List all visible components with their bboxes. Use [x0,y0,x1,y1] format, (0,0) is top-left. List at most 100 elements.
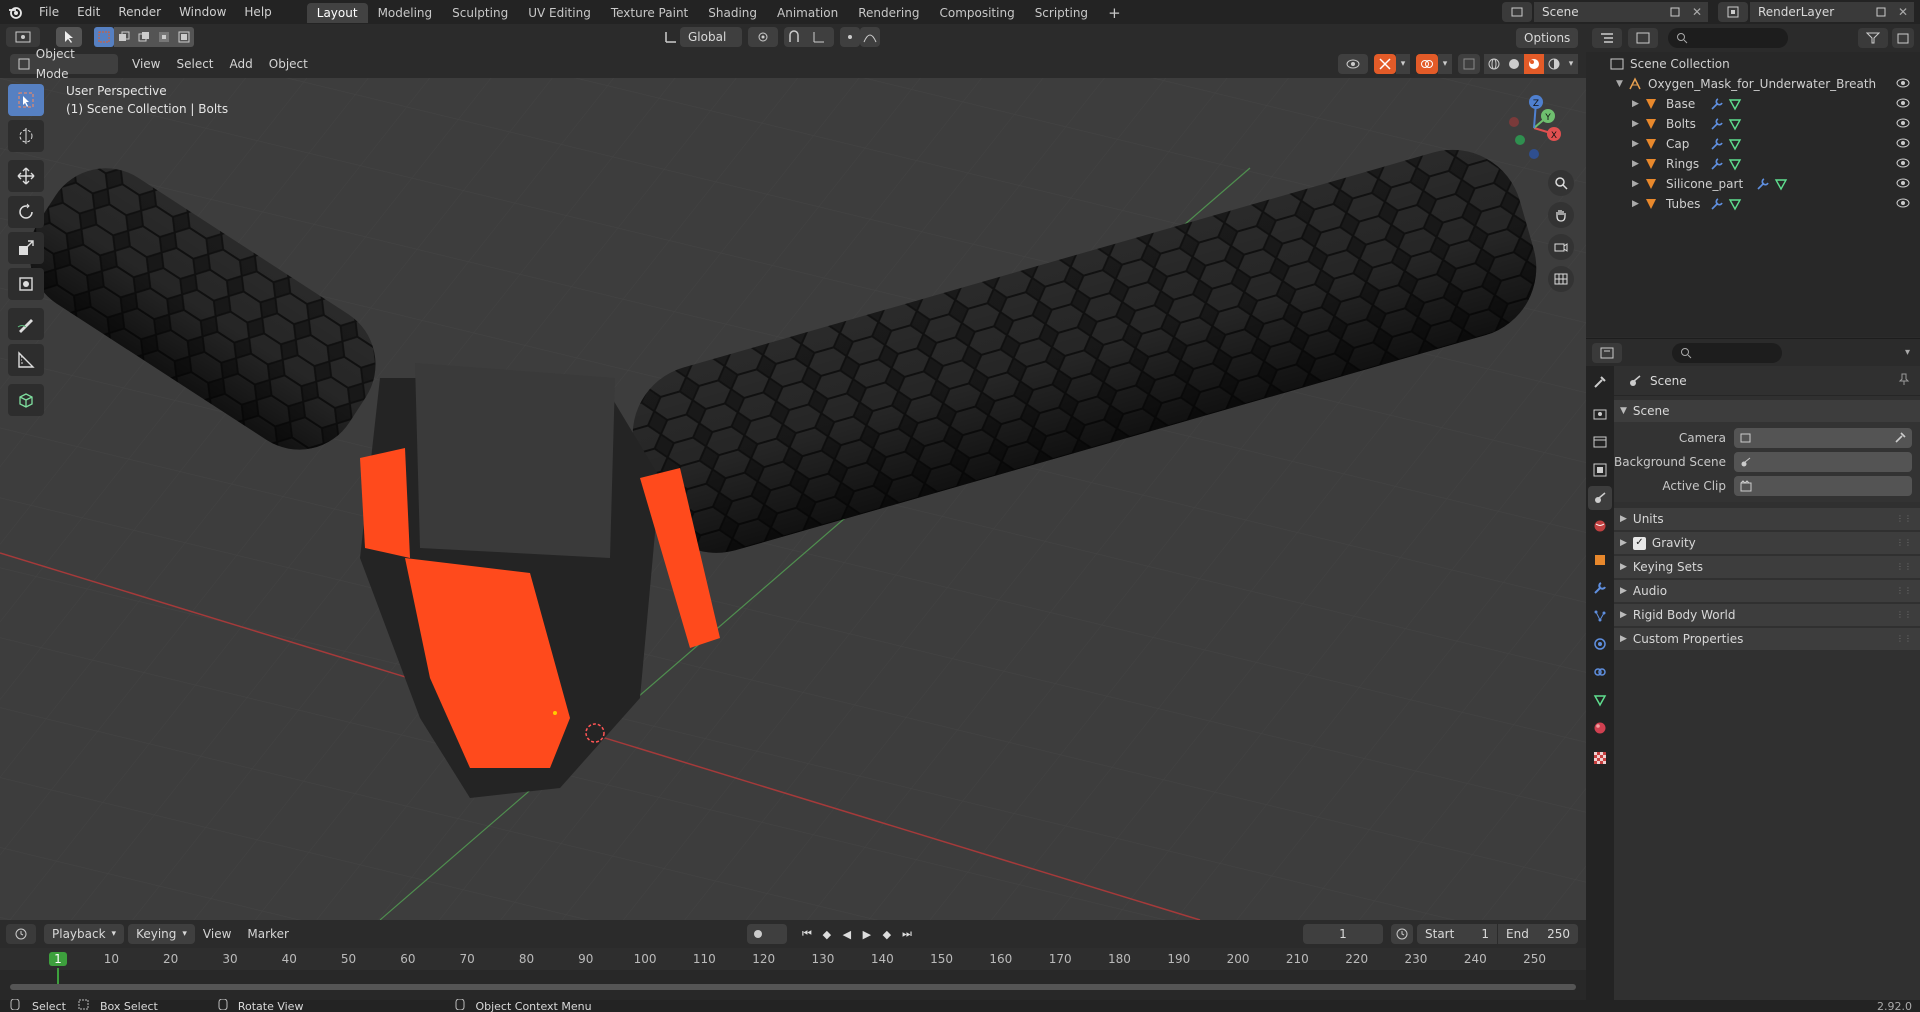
object-expand-icon[interactable]: ▶ [1632,194,1644,214]
tab-physics[interactable] [1588,632,1612,656]
jump-keyframe-forward-icon[interactable]: ◆ [877,924,897,944]
viewport-menu-add[interactable]: Add [222,54,261,74]
perspective-toggle-icon[interactable] [1548,266,1574,292]
object-expand-icon[interactable]: ▶ [1632,134,1644,154]
mesh-data-small-icon[interactable] [1728,137,1742,151]
viewport-menu-view[interactable]: View [124,54,168,74]
tool-annotate[interactable] [8,308,44,340]
drag-handle-icon[interactable]: ⋮⋮ [1896,508,1912,530]
tab-shading[interactable]: Shading [698,3,767,23]
mesh-data-small-icon[interactable] [1728,157,1742,171]
collection-expand-icon[interactable]: ▼ [1616,74,1628,94]
menu-file[interactable]: File [30,0,68,24]
object-visibility-icon[interactable] [1896,94,1910,114]
select-mode-intersect-icon[interactable] [174,27,194,47]
object-expand-icon[interactable]: ▶ [1632,94,1644,114]
view-layer-field[interactable]: RenderLayer [1750,2,1870,22]
timeline-menu-view[interactable]: View [195,924,239,944]
properties-options-icon[interactable]: ▾ [1905,347,1910,358]
properties-search-input[interactable] [1672,342,1782,363]
start-frame-field[interactable]: Start 1 [1417,924,1497,944]
record-button[interactable] [746,924,769,944]
subpanel-keying-sets[interactable]: ▶ Keying Sets ⋮⋮ [1614,556,1920,578]
delete-scene-icon[interactable]: ✕ [1686,2,1708,22]
menu-help[interactable]: Help [235,0,280,24]
tab-modeling[interactable]: Modeling [368,3,443,23]
tab-tool[interactable] [1588,370,1612,394]
object-visibility-icon[interactable] [1896,154,1910,174]
tab-scripting[interactable]: Scripting [1025,3,1098,23]
proportional-falloff-icon[interactable] [860,27,880,47]
navigation-gizmo[interactable]: X Y Z [1496,88,1576,168]
tool-add-cube[interactable] [8,384,44,416]
view-layer-icon[interactable] [1718,2,1748,22]
select-mode-extend-icon[interactable] [114,27,134,47]
overlays-toggle-icon[interactable] [1416,54,1438,74]
outliner-editor-type-icon[interactable] [1592,28,1622,48]
outliner-object-row[interactable]: ▶ Bolts [1586,114,1920,134]
add-workspace-button[interactable]: + [1098,3,1131,23]
camera-field[interactable] [1734,428,1912,448]
subpanel-audio[interactable]: ▶ Audio ⋮⋮ [1614,580,1920,602]
jump-start-icon[interactable]: ⏮ [797,924,817,944]
collection-visibility-icon[interactable] [1896,74,1910,94]
tab-rendering[interactable]: Rendering [848,3,929,23]
drag-handle-icon[interactable]: ⋮⋮ [1896,628,1912,650]
tool-select-box[interactable] [8,84,44,116]
tab-scene[interactable] [1588,486,1612,510]
shading-wireframe-icon[interactable] [1484,54,1504,74]
play-icon[interactable]: ▶ [857,924,877,944]
pivot-point-icon[interactable] [748,27,778,47]
mesh-data-small-icon[interactable] [1728,197,1742,211]
tab-data[interactable] [1588,688,1612,712]
tab-layout[interactable]: Layout [306,3,368,23]
object-visibility-icon[interactable] [1896,134,1910,154]
drag-handle-icon[interactable]: ⋮⋮ [1896,604,1912,626]
mesh-data-small-icon[interactable] [1728,117,1742,131]
3d-viewport[interactable]: User Perspective (1) Scene Collection | … [0,78,1586,920]
proportional-editing-icon[interactable] [840,27,860,47]
select-mode-invert-icon[interactable] [154,27,174,47]
timeline-scrollbar[interactable] [10,984,1576,990]
gizmo-toggle-icon[interactable] [1374,54,1396,74]
current-frame-marker[interactable]: 1 [49,952,67,966]
shading-dropdown-icon[interactable]: ▾ [1564,54,1578,74]
tab-texture-paint[interactable]: Texture Paint [601,3,698,23]
object-expand-icon[interactable]: ▶ [1632,114,1644,134]
new-scene-icon[interactable] [1664,2,1686,22]
scene-name-field[interactable]: Scene [1534,2,1664,22]
tool-move[interactable] [8,160,44,192]
blender-logo-icon[interactable] [0,0,30,24]
subpanel-rigid-body-world[interactable]: ▶ Rigid Body World ⋮⋮ [1614,604,1920,626]
jump-keyframe-back-icon[interactable]: ◆ [817,924,837,944]
visibility-icon[interactable] [1338,54,1368,74]
new-collection-icon[interactable] [1892,28,1914,48]
tab-object[interactable] [1588,548,1612,572]
display-mode-icon[interactable] [1628,28,1658,48]
scene-icon[interactable] [1502,2,1532,22]
object-visibility-icon[interactable] [1896,114,1910,134]
subpanel-gravity[interactable]: ▶ ✓ Gravity ⋮⋮ [1614,532,1920,554]
modifier-wrench-icon[interactable] [1710,197,1724,211]
tab-texture[interactable] [1588,746,1612,770]
timeline-editor-type-icon[interactable] [6,924,36,944]
tool-scale[interactable] [8,232,44,264]
shading-rendered-icon[interactable] [1544,54,1564,74]
mesh-data-small-icon[interactable] [1728,97,1742,111]
timeline-menu-marker[interactable]: Marker [239,924,296,944]
shading-solid-icon[interactable] [1504,54,1524,74]
xray-toggle-icon[interactable] [1458,54,1480,74]
play-reverse-icon[interactable]: ◀ [837,924,857,944]
menu-edit[interactable]: Edit [68,0,109,24]
delete-view-layer-icon[interactable]: ✕ [1892,2,1914,22]
snap-target-icon[interactable] [804,27,834,47]
menu-window[interactable]: Window [170,0,235,24]
outliner-object-row[interactable]: ▶ Base [1586,94,1920,114]
transform-orientation-dropdown[interactable]: Global [680,27,742,47]
tab-modifiers[interactable] [1588,576,1612,600]
select-mode-subtract-icon[interactable] [134,27,154,47]
pan-hand-icon[interactable] [1548,202,1574,228]
eyedropper-icon[interactable] [1894,431,1906,446]
filter-icon[interactable] [1858,28,1888,48]
tab-uv-editing[interactable]: UV Editing [518,3,601,23]
